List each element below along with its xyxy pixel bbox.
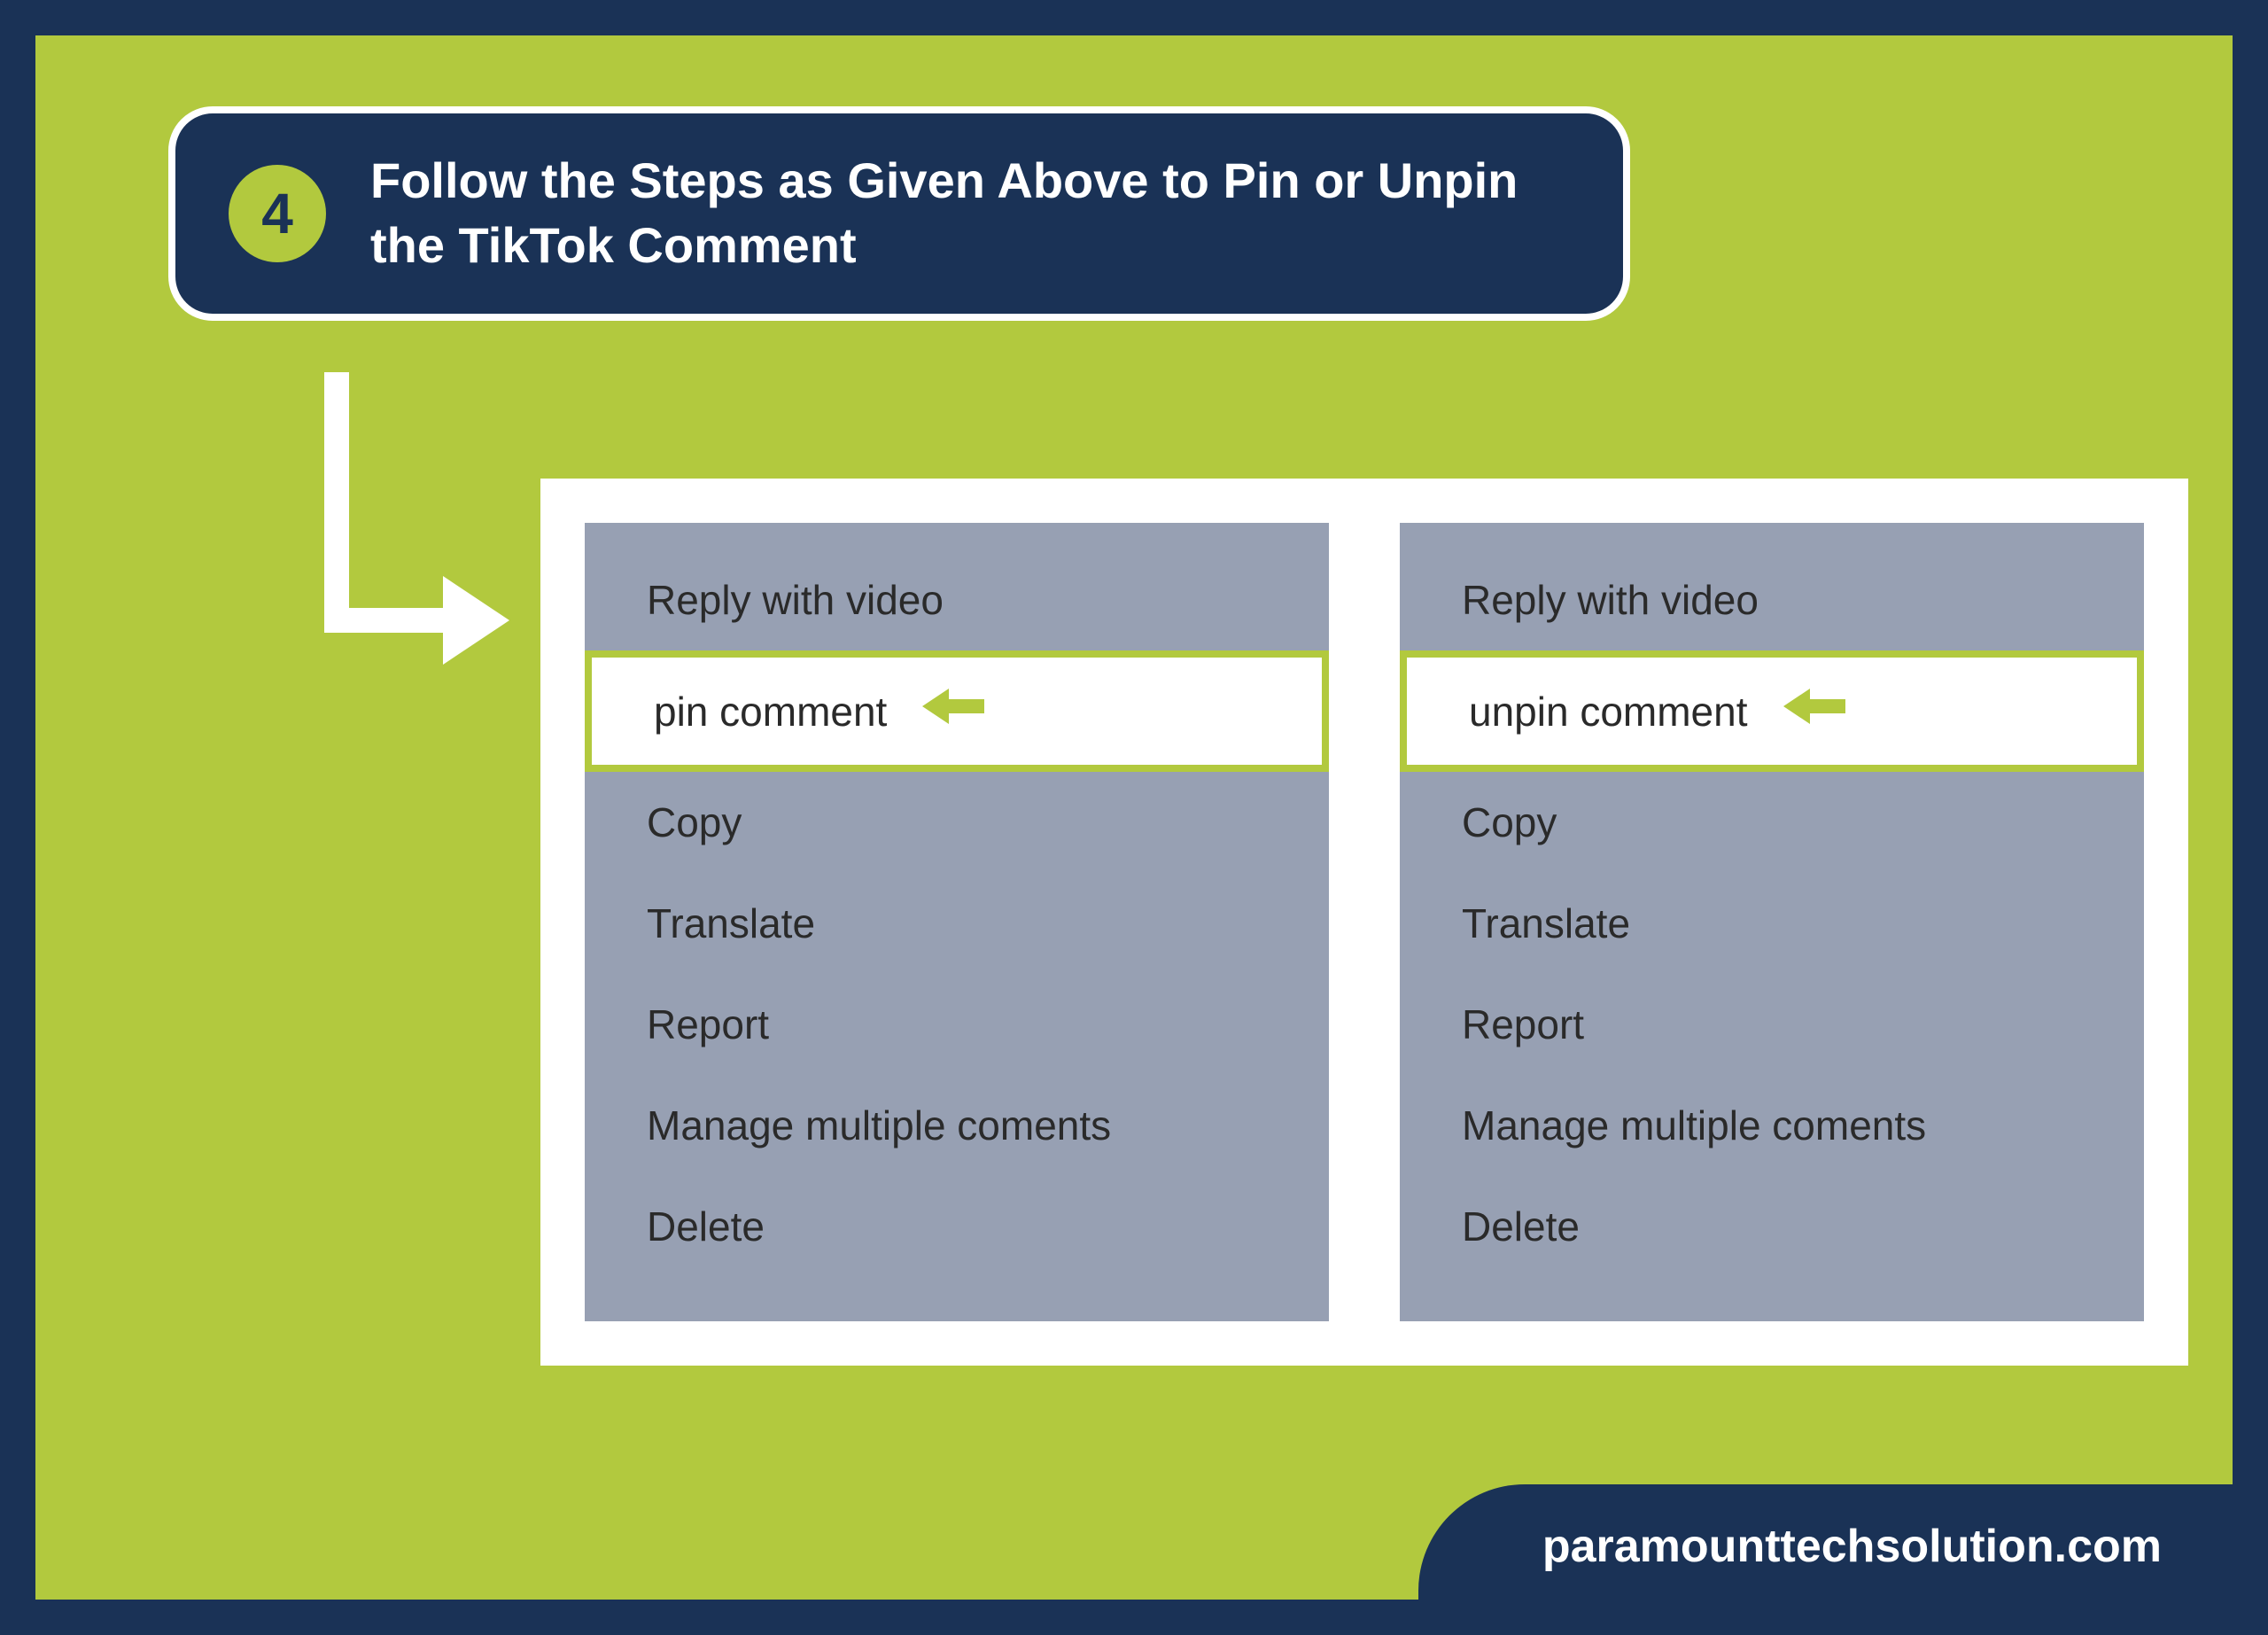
menu-item-label: Translate (647, 900, 815, 946)
menu-item-label: Copy (647, 799, 742, 845)
step-title: Follow the Steps as Given Above to Pin o… (370, 149, 1570, 278)
menu-item-label: unpin comment (1469, 688, 1748, 736)
footer-attribution: paramounttechsolution.com (1418, 1484, 2233, 1600)
menu-item-label: pin comment (654, 688, 887, 736)
menu-item-reply-video[interactable]: Reply with video (585, 549, 1329, 650)
menu-item-label: Delete (1462, 1203, 1580, 1250)
menu-panel-unpin: Reply with video unpin comment Copy Tran… (1400, 523, 2144, 1321)
menu-item-label: Copy (1462, 799, 1557, 845)
menu-item-label: Delete (647, 1203, 765, 1250)
footer-label: paramounttechsolution.com (1542, 1521, 2162, 1572)
menu-item-label: Translate (1462, 900, 1630, 946)
panels-container: Reply with video pin comment Copy Transl… (540, 479, 2188, 1366)
menu-item-manage-multiple[interactable]: Manage multiple coments (1400, 1075, 2144, 1176)
menu-item-label: Manage multiple coments (1462, 1102, 1926, 1148)
menu-item-delete[interactable]: Delete (585, 1176, 1329, 1277)
menu-item-label: Report (647, 1001, 769, 1047)
menu-item-label: Manage multiple coments (647, 1102, 1111, 1148)
menu-item-copy[interactable]: Copy (585, 772, 1329, 873)
menu-item-report[interactable]: Report (585, 974, 1329, 1075)
menu-item-manage-multiple[interactable]: Manage multiple coments (585, 1075, 1329, 1176)
menu-item-pin-comment[interactable]: pin comment (585, 650, 1329, 772)
arrow-left-icon (1783, 684, 1845, 738)
step-number: 4 (261, 181, 293, 246)
menu-panel-pin: Reply with video pin comment Copy Transl… (585, 523, 1329, 1321)
menu-item-report[interactable]: Report (1400, 974, 2144, 1075)
menu-item-label: Reply with video (1462, 577, 1759, 623)
diagram-canvas: 4 Follow the Steps as Given Above to Pin… (35, 35, 2233, 1600)
menu-item-label: Reply with video (647, 577, 944, 623)
menu-item-copy[interactable]: Copy (1400, 772, 2144, 873)
connector-arrow-icon (319, 372, 514, 691)
menu-item-label: Report (1462, 1001, 1584, 1047)
step-header: 4 Follow the Steps as Given Above to Pin… (168, 106, 1630, 321)
menu-item-unpin-comment[interactable]: unpin comment (1400, 650, 2144, 772)
arrow-left-icon (922, 684, 984, 738)
menu-item-reply-video[interactable]: Reply with video (1400, 549, 2144, 650)
menu-item-translate[interactable]: Translate (585, 873, 1329, 974)
menu-item-translate[interactable]: Translate (1400, 873, 2144, 974)
menu-item-delete[interactable]: Delete (1400, 1176, 2144, 1277)
step-badge: 4 (229, 165, 326, 262)
